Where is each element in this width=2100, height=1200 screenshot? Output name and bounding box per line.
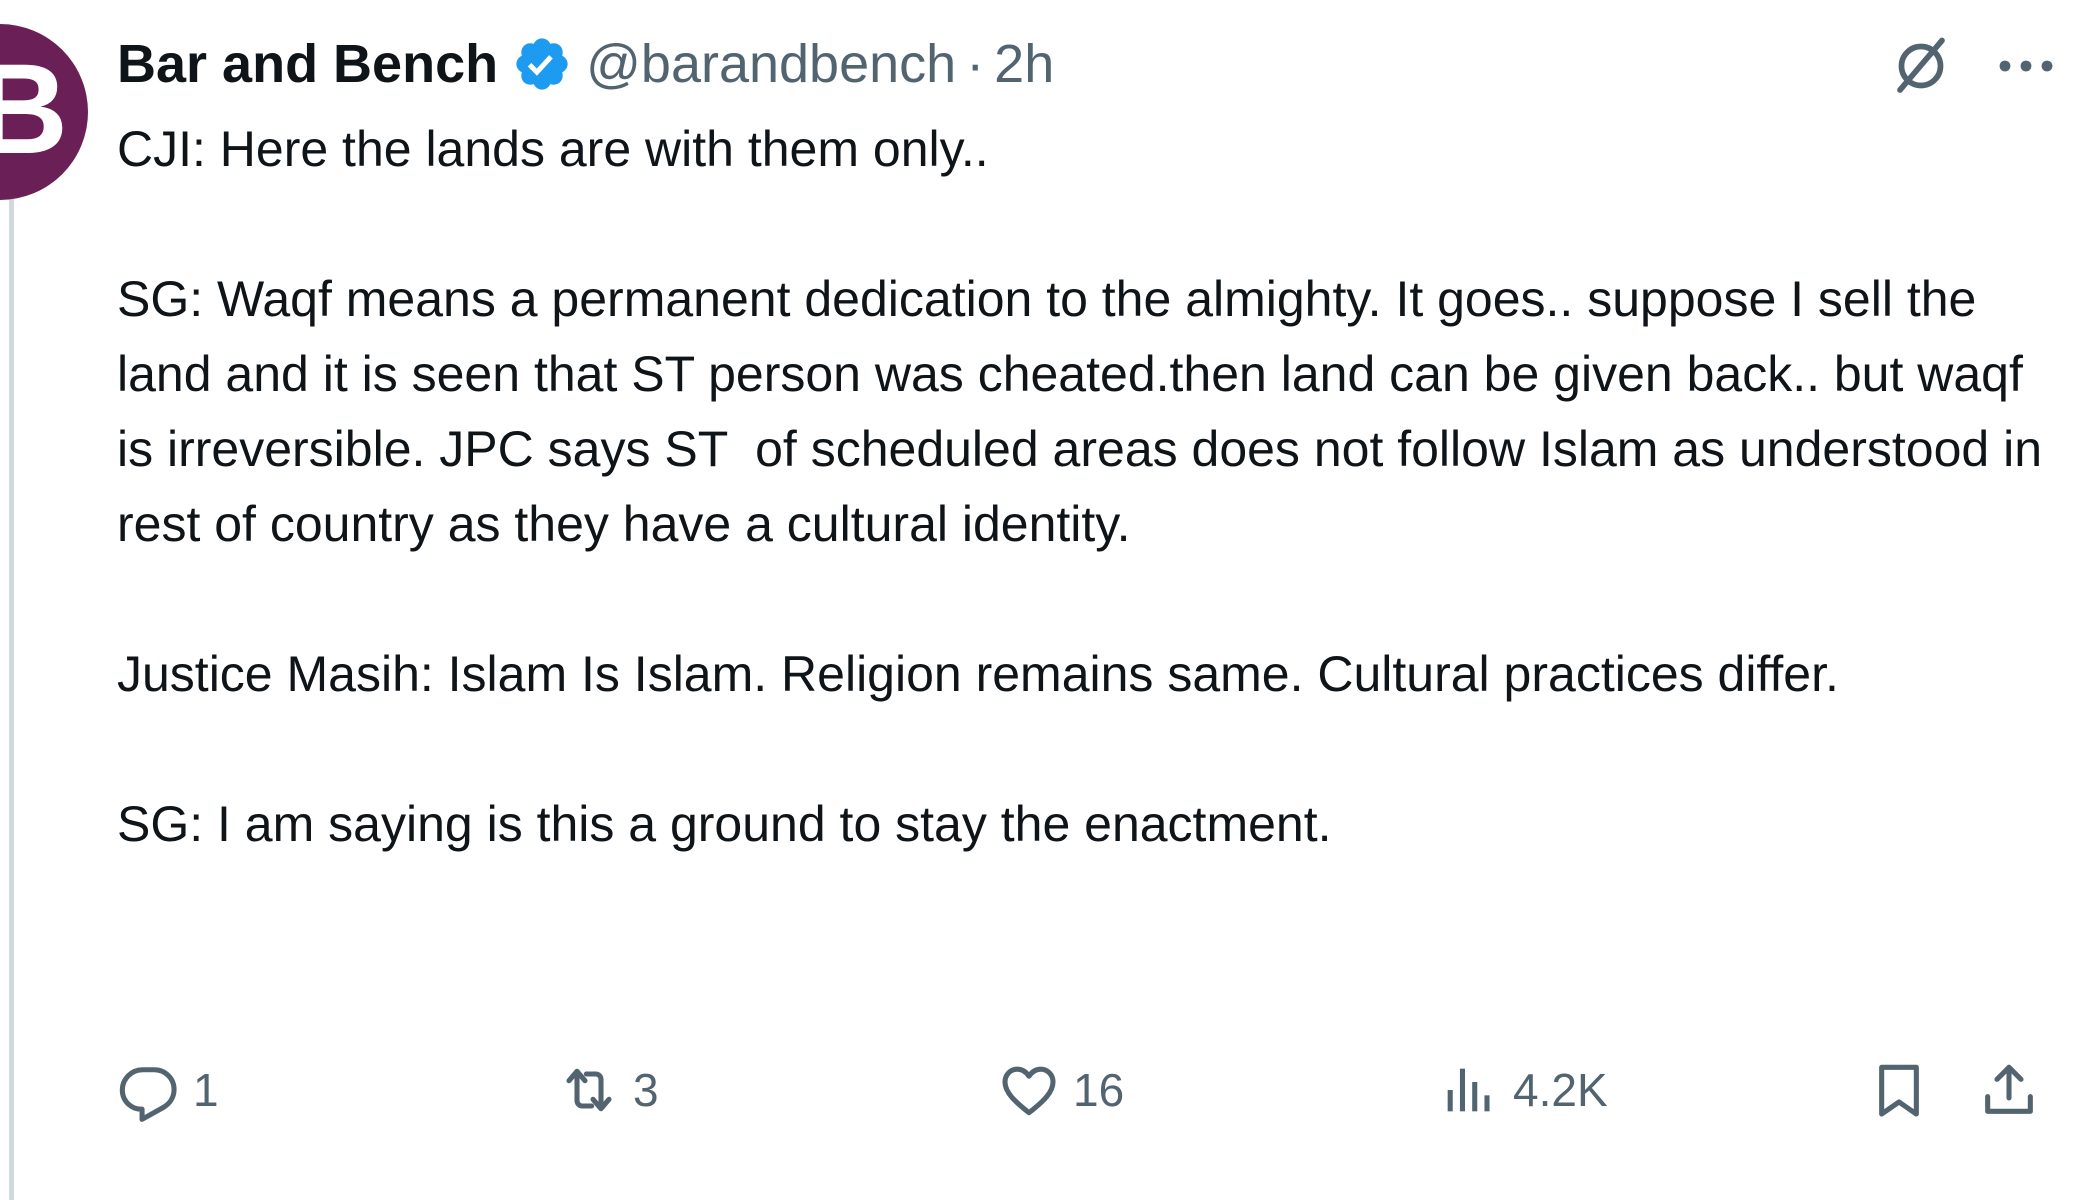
tweet-header: Bar and Bench @barandbench · 2h <box>117 26 1054 102</box>
tweet-paragraph: SG: Waqf means a permanent dedication to… <box>117 271 2056 552</box>
tweet-paragraph: SG: I am saying is this a ground to stay… <box>117 796 1332 852</box>
like-button[interactable]: 16 <box>997 1050 1124 1130</box>
repost-icon <box>566 1068 612 1112</box>
views-button[interactable]: 4.2K <box>1437 1050 1608 1130</box>
views-icon <box>1447 1068 1490 1112</box>
share-button[interactable] <box>1977 1050 2041 1130</box>
verified-badge-icon[interactable] <box>512 34 572 94</box>
grok-icon[interactable] <box>1885 30 1957 102</box>
repost-button[interactable]: 3 <box>557 1050 659 1130</box>
tweet-paragraph: CJI: Here the lands are with them only.. <box>117 121 989 177</box>
reply-button[interactable]: 1 <box>117 1050 219 1130</box>
author-handle[interactable]: @barandbench <box>586 33 956 95</box>
share-icon <box>1985 1064 2033 1114</box>
avatar-letter: B <box>0 38 68 181</box>
more-options-icon[interactable] <box>1990 30 2062 102</box>
bookmark-button[interactable] <box>1867 1050 1931 1130</box>
thread-line <box>9 190 14 1200</box>
tweet-paragraph: Justice Masih: Islam Is Islam. Religion … <box>117 646 1839 702</box>
reply-count: 1 <box>193 1064 219 1116</box>
tweet-text: CJI: Here the lands are with them only..… <box>117 112 2067 862</box>
reply-icon <box>119 1067 177 1122</box>
tweet-actions: 1 3 16 4.2K <box>117 1050 2067 1130</box>
author-display-name[interactable]: Bar and Bench <box>117 33 498 95</box>
like-icon <box>1002 1066 1056 1116</box>
separator-dot: · <box>966 34 985 94</box>
avatar[interactable]: B <box>0 24 88 200</box>
like-count: 16 <box>1073 1064 1125 1116</box>
bookmark-icon <box>1879 1064 1919 1117</box>
tweet-timestamp[interactable]: 2h <box>994 33 1054 95</box>
views-count: 4.2K <box>1513 1064 1608 1116</box>
repost-count: 3 <box>633 1064 659 1116</box>
